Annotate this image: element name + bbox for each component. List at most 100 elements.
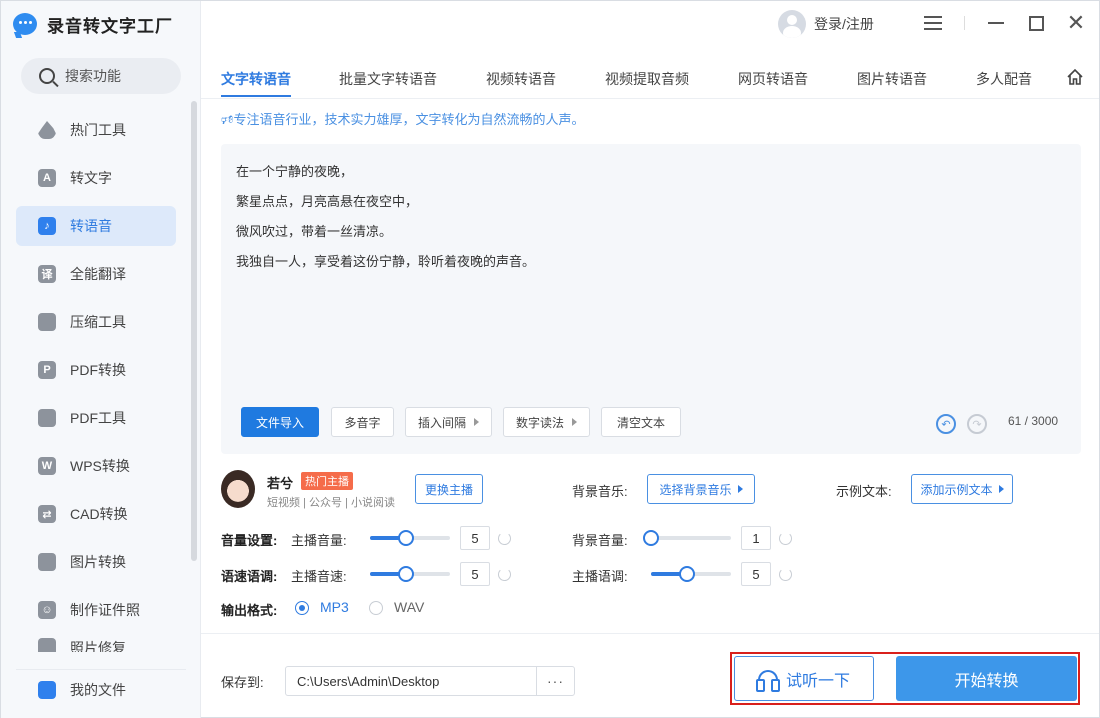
sidebar-item-image-convert[interactable]: 图片转换 [16,542,176,582]
sample-text-label: 示例文本: [836,484,892,499]
sidebar-item-label: 图片转换 [70,554,126,570]
maximize-icon[interactable] [1024,11,1048,35]
bg-volume-label: 背景音量: [572,533,628,548]
polyphone-button[interactable]: 多音字 [331,407,394,437]
text-convert-icon: A [38,169,56,187]
sidebar-item-pdf-tools[interactable]: PDF工具 [16,398,176,438]
my-files-label: 我的文件 [70,681,126,698]
sidebar-item-id-photo[interactable]: ☺ 制作证件照 [16,590,176,630]
redo-icon[interactable]: ↷ [967,414,987,434]
start-convert-button[interactable]: 开始转换 [896,656,1077,701]
home-icon[interactable] [1066,68,1084,86]
sidebar-item-photo-repair[interactable]: 照片修复 [16,638,176,652]
tab-image-to-speech[interactable]: 图片转语音 [857,69,927,89]
sidebar-item-cad-convert[interactable]: ⇄ CAD转换 [16,494,176,534]
compress-icon [38,313,56,331]
sidebar-item-label: PDF转换 [70,362,126,378]
anchor-speed-slider[interactable] [370,566,450,582]
login-button[interactable]: 登录/注册 [778,10,874,38]
select-bg-music-label: 选择背景音乐 [659,482,732,497]
reset-icon[interactable] [498,532,511,545]
image-icon [38,553,56,571]
mp3-radio[interactable] [295,601,309,615]
bg-volume-slider[interactable] [643,530,731,546]
pdf-icon: P [38,361,56,379]
wps-icon: W [38,457,56,475]
sidebar-item-to-speech[interactable]: ♪ 转语音 [16,206,176,246]
sidebar-item-label: 照片修复 [70,640,126,652]
sidebar-scrollbar[interactable] [191,101,197,561]
sidebar-item-translate[interactable]: 译 全能翻译 [16,254,176,294]
anchor-speed-input[interactable]: 5 [460,562,490,586]
sidebar-item-label: PDF工具 [70,410,126,426]
toolbox-icon [38,409,56,427]
sidebar-item-pdf-convert[interactable]: P PDF转换 [16,350,176,390]
char-count: 61 / 3000 [1008,414,1059,428]
caret-right-icon [474,418,479,426]
number-reading-button[interactable]: 数字读法 [503,407,590,437]
sidebar: 录音转文字工厂 搜索功能 热门工具 A 转文字 ♪ 转语音 译 全能翻译 压缩工… [1,1,201,718]
app-window: 录音转文字工厂 搜索功能 热门工具 A 转文字 ♪ 转语音 译 全能翻译 压缩工… [0,0,1100,718]
sidebar-item-hot-tools[interactable]: 热门工具 [16,110,176,150]
speed-pitch-label: 语速语调: [221,569,278,584]
wav-label[interactable]: WAV [394,599,424,615]
tab-text-to-speech[interactable]: 文字转语音 [221,69,291,89]
sidebar-item-label: CAD转换 [70,506,128,522]
anchor-volume-slider[interactable] [370,530,450,546]
select-bg-music-button[interactable]: 选择背景音乐 [647,474,755,504]
change-anchor-button[interactable]: 更换主播 [415,474,483,504]
file-icon [38,680,56,699]
editor-line: 在一个宁静的夜晚， [236,164,354,179]
fire-icon [38,121,56,139]
anchor-tags: 短视频 | 公众号 | 小说阅读 [267,497,395,509]
tab-multi-dubbing[interactable]: 多人配音 [976,69,1032,89]
id-photo-icon: ☺ [38,601,56,619]
preview-listen-label: 试听一下 [785,672,850,690]
insert-pause-button[interactable]: 插入间隔 [405,407,492,437]
import-file-button[interactable]: 文件导入 [241,407,319,437]
sidebar-item-label: 转文字 [70,170,112,186]
save-path-value: C:\Users\Admin\Desktop [297,673,440,689]
text-editor[interactable]: 在一个宁静的夜晚， 繁星点点，月亮高悬在夜空中， 微风吹过，带着一丝清凉。 我独… [221,144,1081,454]
browse-button[interactable]: ··· [536,667,574,695]
cad-icon: ⇄ [38,505,56,523]
anchor-pitch-slider[interactable] [651,566,731,582]
sidebar-item-label: 压缩工具 [70,314,126,330]
sidebar-item-label: WPS转换 [70,458,130,474]
sidebar-item-wps-convert[interactable]: W WPS转换 [16,446,176,486]
close-icon[interactable]: ✕ [1064,11,1088,35]
tab-video-to-speech[interactable]: 视频转语音 [486,69,556,89]
tab-batch-text-to-speech[interactable]: 批量文字转语音 [339,69,437,89]
anchor-volume-input[interactable]: 5 [460,526,490,550]
avatar [778,10,806,38]
menu-icon[interactable] [921,11,945,35]
editor-line: 我独自一人，享受着这份宁静，聆听着夜晚的声音。 [236,254,536,269]
sidebar-item-to-text[interactable]: A 转文字 [16,158,176,198]
add-sample-text-button[interactable]: 添加示例文本 [911,474,1013,504]
sidebar-item-compress[interactable]: 压缩工具 [16,302,176,342]
divider [964,16,965,30]
undo-icon[interactable]: ↶ [936,414,956,434]
reset-icon[interactable] [779,568,792,581]
mp3-label[interactable]: MP3 [320,599,349,615]
minimize-icon[interactable] [984,11,1008,35]
preview-listen-button[interactable]: 试听一下 [734,656,874,701]
search-label: 搜索功能 [65,68,121,84]
sidebar-item-label: 全能翻译 [70,266,126,282]
wav-radio[interactable] [369,601,383,615]
tab-video-extract-audio[interactable]: 视频提取音频 [605,69,689,89]
caret-right-icon [737,485,743,493]
bg-volume-input[interactable]: 1 [741,526,771,550]
clear-text-button[interactable]: 清空文本 [601,407,681,437]
my-files-button[interactable]: 我的文件 [16,669,186,709]
reset-icon[interactable] [779,532,792,545]
anchor-pitch-input[interactable]: 5 [741,562,771,586]
reset-icon[interactable] [498,568,511,581]
sidebar-item-label: 转语音 [70,218,112,234]
search-button[interactable]: 搜索功能 [21,58,181,94]
anchor-name: 若兮 [267,476,294,491]
anchor-volume-label: 主播音量: [291,533,347,548]
save-path-field[interactable]: C:\Users\Admin\Desktop ··· [285,666,575,696]
search-icon [39,68,55,84]
tab-web-to-speech[interactable]: 网页转语音 [738,69,808,89]
